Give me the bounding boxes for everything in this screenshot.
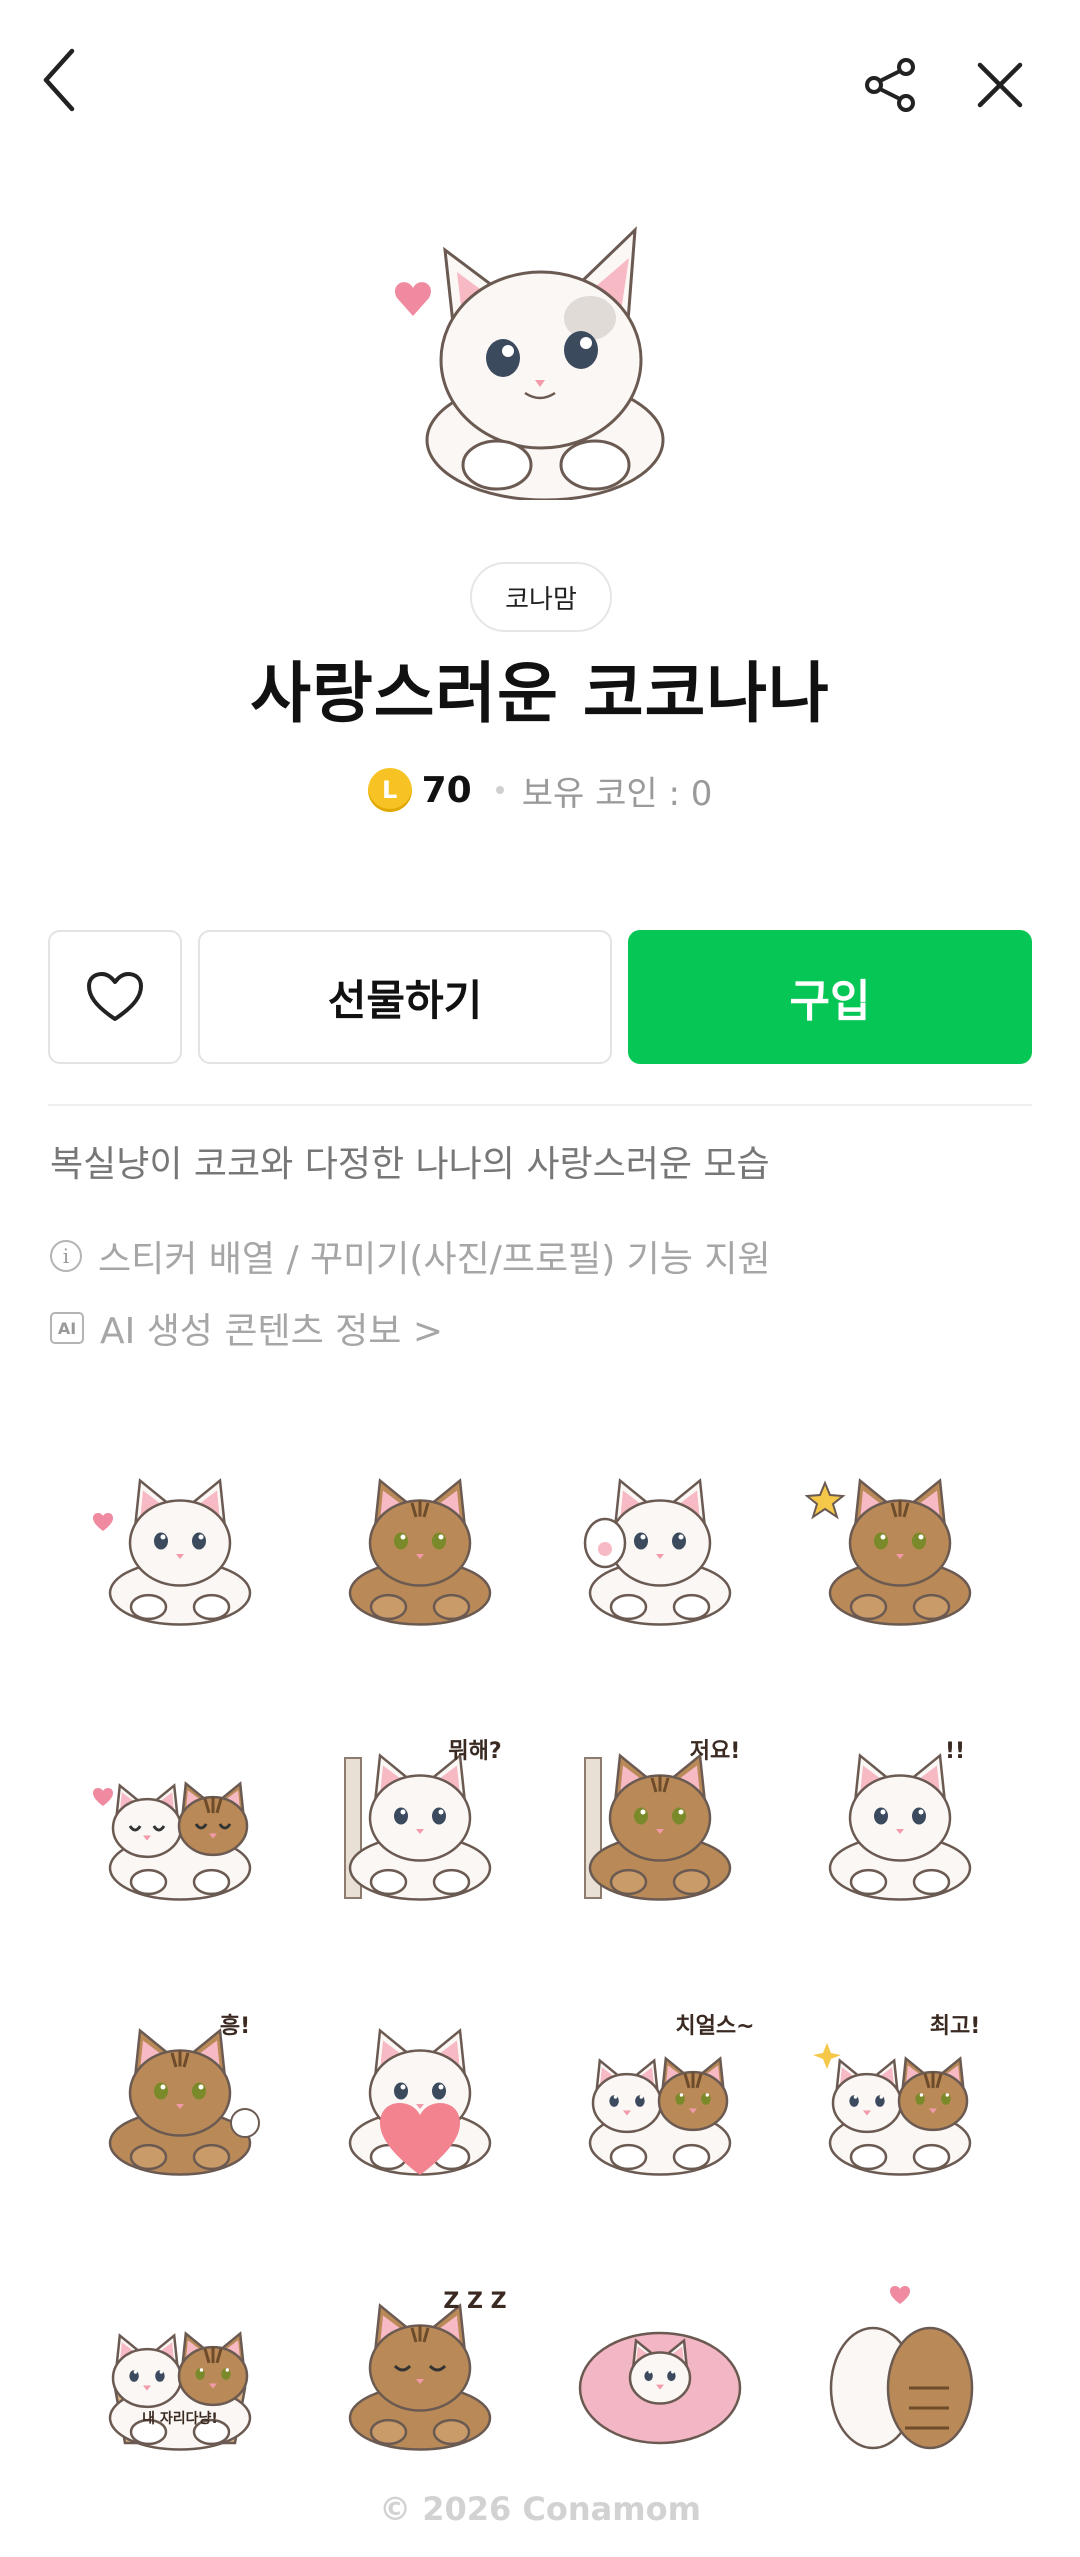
ai-info-text: AI 생성 콘텐츠 정보 >: [100, 1311, 444, 1352]
feature-text: 스티커 배열 / 꾸미기(사진/프로필) 기능 지원: [98, 1239, 771, 1280]
sticker-item[interactable]: !!: [780, 1675, 1020, 1950]
heart-outline-icon: [87, 972, 143, 1021]
sticker-item[interactable]: 저요!: [540, 1675, 780, 1950]
sticker-image: 뭐해?: [344, 1739, 502, 1901]
sticker-image: !!: [828, 1739, 972, 1901]
sticker-image: [578, 2331, 742, 2444]
sticker-item[interactable]: [60, 1400, 300, 1675]
svg-text:뭐해?: 뭐해?: [448, 1739, 501, 1764]
chevron-left-icon: [43, 48, 75, 112]
close-icon: [977, 62, 1023, 108]
sticker-item[interactable]: 흥!: [60, 1950, 300, 2225]
main-sticker-image: [385, 210, 695, 502]
price-value: 70: [421, 769, 472, 811]
sticker-item[interactable]: [780, 1400, 1020, 1675]
svg-text:!!: !!: [945, 1739, 965, 1764]
sticker-item[interactable]: [540, 1400, 780, 1675]
feature-info: i 스티커 배열 / 꾸미기(사진/프로필) 기능 지원: [50, 1230, 771, 1282]
divider: [48, 1104, 1032, 1106]
coin-icon: L: [367, 768, 412, 812]
ai-info-link[interactable]: AI AI 생성 콘텐츠 정보 >: [50, 1302, 443, 1354]
sticker-item[interactable]: [540, 2225, 780, 2500]
ai-badge-icon: AI: [50, 1312, 84, 1344]
sticker-item[interactable]: [780, 2225, 1020, 2500]
sticker-image: 치얼스~: [588, 2014, 755, 2176]
svg-text:내 자리다냥!: 내 자리다냥!: [142, 2410, 218, 2427]
author-badge[interactable]: 코나맘: [470, 562, 612, 632]
svg-text:최고!: 최고!: [930, 2014, 981, 2039]
sticker-item[interactable]: [300, 1950, 540, 2225]
info-icon: i: [50, 1240, 82, 1272]
svg-text:치얼스~: 치얼스~: [675, 2014, 754, 2039]
sticker-item[interactable]: Z Z Z: [300, 2225, 540, 2500]
close-button[interactable]: [960, 40, 1040, 130]
svg-text:Z Z Z: Z Z Z: [443, 2289, 506, 2314]
sticker-image: [93, 1780, 252, 1901]
sticker-item[interactable]: 최고!: [780, 1950, 1020, 2225]
sticker-image: Z Z Z: [348, 2289, 507, 2451]
share-icon: [865, 58, 915, 112]
share-button[interactable]: [850, 40, 930, 130]
svg-text:흥!: 흥!: [220, 2014, 250, 2039]
sticker-grid: 뭐해? 저요!!! 흥! 치얼스~ 최고! 내 자리다냥! Z Z Z: [60, 1400, 1020, 2510]
sticker-image: [829, 2285, 974, 2449]
buy-button[interactable]: 구입: [628, 930, 1032, 1064]
owned-coins: 보유 코인 : 0: [521, 773, 713, 814]
back-button[interactable]: [20, 35, 100, 125]
top-bar: [0, 0, 1080, 170]
sticker-image: 흥!: [108, 2014, 260, 2176]
sticker-description: 복실냥이 코코와 다정한 나나의 사랑스러운 모습: [50, 1144, 770, 1185]
sticker-image: 저요!: [584, 1739, 741, 1901]
sticker-image: [348, 2027, 492, 2176]
price-row: L 70 보유 코인 : 0: [0, 760, 1080, 820]
copyright: © 2026 Conamom: [379, 2490, 701, 2528]
sticker-image: [93, 1477, 252, 1626]
svg-text:저요!: 저요!: [690, 1739, 741, 1764]
sticker-item[interactable]: [300, 1400, 540, 1675]
action-buttons: 선물하기 구입: [48, 930, 1032, 1064]
like-button[interactable]: [48, 930, 182, 1064]
separator-dot: [495, 786, 504, 794]
sticker-item[interactable]: 치얼스~: [540, 1950, 780, 2225]
sticker-image: 최고!: [813, 2014, 981, 2176]
gift-button[interactable]: 선물하기: [198, 930, 612, 1064]
sticker-image: [583, 1477, 732, 1626]
sticker-item[interactable]: [60, 1675, 300, 1950]
sticker-image: [348, 1477, 492, 1626]
sticker-image: 내 자리다냥!: [108, 2330, 252, 2451]
sticker-item[interactable]: 내 자리다냥!: [60, 2225, 300, 2500]
sticker-image: [805, 1477, 972, 1626]
author-name: 코나맘: [505, 584, 577, 615]
sticker-item[interactable]: 뭐해?: [300, 1675, 540, 1950]
sticker-title: 사랑스러운 코코나나: [250, 655, 830, 732]
